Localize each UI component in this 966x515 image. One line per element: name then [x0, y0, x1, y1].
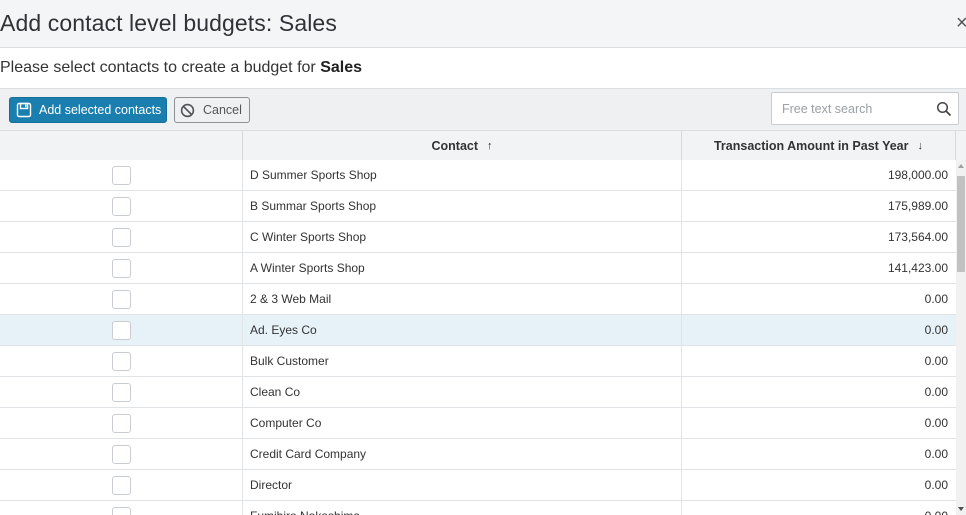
row-checkbox[interactable]	[111, 444, 131, 464]
prohibited-icon	[180, 103, 195, 117]
transaction-amount-cell: 0.00	[924, 385, 948, 399]
search-input[interactable]	[782, 100, 932, 118]
contact-column-label: Contact	[431, 139, 479, 153]
select-cell	[0, 470, 243, 500]
select-cell	[0, 408, 243, 438]
select-cell	[0, 191, 243, 221]
contact-name-cell: A Winter Sports Shop	[243, 253, 682, 283]
header-scroll-spacer	[956, 131, 966, 161]
instructions-text: Please select contacts to create a budge…	[0, 59, 321, 76]
contact-name-cell: 2 & 3 Web Mail	[243, 284, 682, 314]
contact-name-cell: Fumihiro Nakashima	[243, 501, 682, 515]
amount-column-header[interactable]: Transaction Amount in Past Year ↓	[682, 131, 956, 161]
row-checkbox[interactable]	[111, 351, 131, 371]
cancel-button[interactable]: Cancel	[174, 97, 250, 123]
table-row[interactable]: 2 & 3 Web Mail 0.00	[0, 284, 956, 315]
contacts-grid-body: D Summer Sports Shop 198,000.00 B Summar S…	[0, 160, 956, 515]
select-cell	[0, 439, 243, 469]
table-row[interactable]: B Summar Sports Shop 175,989.00	[0, 191, 956, 222]
grid-header: Contact ↑ Transaction Amount in Past Yea…	[0, 131, 966, 161]
contact-name-cell: B Summar Sports Shop	[243, 191, 682, 221]
contact-name-cell: D Summer Sports Shop	[243, 160, 682, 190]
row-checkbox[interactable]	[111, 506, 131, 515]
dialog-instructions: Please select contacts to create a budge…	[0, 59, 362, 77]
sort-ascending-icon: ↑	[487, 140, 493, 152]
row-checkbox[interactable]	[111, 196, 131, 216]
scroll-up-icon[interactable]	[958, 164, 964, 168]
search-box	[771, 92, 959, 125]
row-checkbox[interactable]	[111, 289, 131, 309]
transaction-amount-cell: 0.00	[924, 416, 948, 430]
transaction-amount-cell: 0.00	[924, 323, 948, 337]
table-row[interactable]: Credit Card Company 0.00	[0, 439, 956, 470]
row-checkbox[interactable]	[111, 382, 131, 402]
contact-name-cell: Ad. Eyes Co	[243, 315, 682, 345]
transaction-amount-cell: 175,989.00	[887, 199, 948, 213]
table-row[interactable]: Ad. Eyes Co 0.00	[0, 315, 956, 346]
row-checkbox[interactable]	[111, 227, 131, 247]
row-checkbox[interactable]	[111, 165, 131, 185]
transaction-amount-cell: 0.00	[924, 354, 948, 368]
transaction-amount-cell: 173,564.00	[887, 230, 948, 244]
select-cell	[0, 284, 243, 314]
save-icon	[16, 102, 32, 118]
add-contact-budgets-dialog: Add contact level budgets: Sales × Pleas…	[0, 0, 966, 515]
contact-name-cell: Bulk Customer	[243, 346, 682, 376]
table-row[interactable]: C Winter Sports Shop 173,564.00	[0, 222, 956, 253]
select-cell	[0, 315, 243, 345]
select-cell	[0, 160, 243, 190]
transaction-amount-cell: 198,000.00	[887, 168, 948, 182]
transaction-amount-cell: 0.00	[924, 447, 948, 461]
row-checkbox[interactable]	[111, 413, 131, 433]
contact-name-cell: Clean Co	[243, 377, 682, 407]
contact-name-cell: Director	[243, 470, 682, 500]
budget-category: Sales	[320, 59, 362, 76]
scroll-down-icon[interactable]	[958, 507, 964, 511]
contact-name-cell: Credit Card Company	[243, 439, 682, 469]
select-cell	[0, 377, 243, 407]
contact-name-cell: Computer Co	[243, 408, 682, 438]
amount-column-label: Transaction Amount in Past Year	[713, 139, 909, 153]
select-column-header	[0, 131, 243, 161]
table-row[interactable]: Bulk Customer 0.00	[0, 346, 956, 377]
table-row[interactable]: D Summer Sports Shop 198,000.00	[0, 160, 956, 191]
select-cell	[0, 346, 243, 376]
sort-descending-icon: ↓	[917, 140, 924, 152]
transaction-amount-cell: 0.00	[924, 292, 948, 306]
table-row[interactable]: Fumihiro Nakashima0.00	[0, 501, 956, 515]
select-cell	[0, 253, 243, 283]
table-row[interactable]: Director 0.00	[0, 470, 956, 501]
row-checkbox[interactable]	[111, 258, 131, 278]
transaction-amount-cell: 0.00	[924, 478, 948, 492]
close-icon[interactable]: ×	[956, 13, 966, 33]
add-selected-contacts-label: Add selected contacts	[39, 103, 162, 117]
transaction-amount-cell: 0.00	[682, 501, 956, 515]
search-icon[interactable]	[936, 101, 952, 117]
contact-column-header[interactable]: Contact ↑	[243, 131, 682, 161]
row-checkbox[interactable]	[111, 320, 131, 340]
transaction-amount-cell: 141,423.00	[887, 261, 948, 275]
table-row[interactable]: A Winter Sports Shop 141,423.00	[0, 253, 956, 284]
table-row[interactable]: Clean Co 0.00	[0, 377, 956, 408]
contact-name-cell: C Winter Sports Shop	[243, 222, 682, 252]
add-selected-contacts-button[interactable]: Add selected contacts	[9, 97, 167, 123]
select-cell	[0, 222, 243, 252]
vertical-scrollbar[interactable]	[956, 160, 966, 515]
table-row[interactable]: Computer Co 0.00	[0, 408, 956, 439]
row-checkbox[interactable]	[111, 475, 131, 495]
select-cell	[0, 501, 243, 515]
dialog-header: Add contact level budgets: Sales ×	[0, 0, 966, 48]
toolbar: Add selected contacts Cancel	[0, 88, 966, 131]
dialog-title: Add contact level budgets: Sales	[0, 10, 337, 36]
scrollbar-thumb[interactable]	[957, 176, 965, 272]
cancel-label: Cancel	[203, 103, 242, 117]
